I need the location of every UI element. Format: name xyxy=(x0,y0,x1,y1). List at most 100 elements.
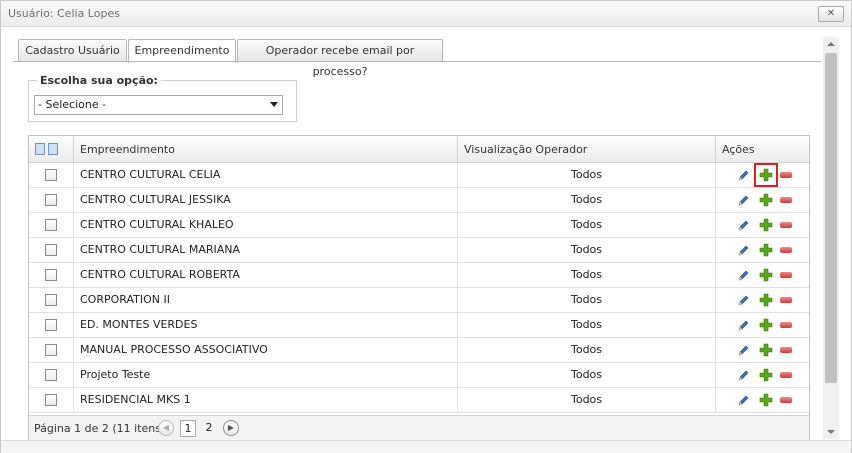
row-select-cell xyxy=(29,288,74,312)
row-select-cell xyxy=(29,338,74,362)
pencil-icon[interactable] xyxy=(738,244,750,256)
page-1[interactable]: 1 xyxy=(180,420,196,437)
pager: Página 1 de 2 (11 itens) ◀ 1 2 ▶ xyxy=(29,415,809,440)
plus-icon[interactable] xyxy=(759,368,773,382)
row-empreendimento: CENTRO CULTURAL JESSIKA xyxy=(74,188,458,212)
minus-icon[interactable] xyxy=(780,222,792,228)
header-empreendimento[interactable]: Empreendimento xyxy=(74,136,458,163)
table-row[interactable]: CENTRO CULTURAL KHALEO Todos xyxy=(29,213,809,238)
row-select-cell xyxy=(29,313,74,337)
plus-icon[interactable] xyxy=(759,243,773,257)
row-visualizacao: Todos xyxy=(458,388,716,412)
minus-icon[interactable] xyxy=(780,172,792,178)
row-checkbox[interactable] xyxy=(45,219,57,231)
plus-icon[interactable] xyxy=(759,218,773,232)
minus-icon[interactable] xyxy=(780,397,792,403)
pencil-icon[interactable] xyxy=(738,369,750,381)
tab-divider xyxy=(13,61,821,62)
header-select-cell xyxy=(29,136,74,163)
row-visualizacao: Todos xyxy=(458,188,716,212)
chevron-down-icon xyxy=(270,102,278,107)
table-row[interactable]: MANUAL PROCESSO ASSOCIATIVO Todos xyxy=(29,338,809,363)
scroll-down-icon[interactable] xyxy=(827,430,835,434)
table-row[interactable]: CENTRO CULTURAL ROBERTA Todos xyxy=(29,263,809,288)
row-actions xyxy=(716,313,809,337)
row-empreendimento: CORPORATION II xyxy=(74,288,458,312)
row-actions xyxy=(716,213,809,237)
table-row[interactable]: ED. MONTES VERDES Todos xyxy=(29,313,809,338)
minus-icon[interactable] xyxy=(780,347,792,353)
option-select-value: - Selecione - xyxy=(38,98,107,111)
header-acoes: Ações xyxy=(722,143,755,156)
tab-cadastro-usuario[interactable]: Cadastro Usuário xyxy=(18,39,127,62)
option-select[interactable]: - Selecione - xyxy=(34,95,283,115)
minus-icon[interactable] xyxy=(780,322,792,328)
row-visualizacao: Todos xyxy=(458,313,716,337)
scroll-up-icon[interactable] xyxy=(827,42,835,46)
prev-page-icon[interactable]: ◀ xyxy=(158,420,174,436)
table-row[interactable]: CENTRO CULTURAL MARIANA Todos xyxy=(29,238,809,263)
row-visualizacao: Todos xyxy=(458,363,716,387)
minus-icon[interactable] xyxy=(780,297,792,303)
plus-icon[interactable] xyxy=(759,193,773,207)
close-button[interactable]: ✕ xyxy=(818,6,844,22)
plus-icon[interactable] xyxy=(759,293,773,307)
tab-operador-email[interactable]: Operador recebe email por processo? xyxy=(237,39,443,78)
next-page-icon[interactable]: ▶ xyxy=(223,420,239,436)
row-empreendimento: Projeto Teste xyxy=(74,363,458,387)
header-visualizacao[interactable]: Visualização Operador xyxy=(458,136,716,163)
select-all-icon[interactable] xyxy=(35,143,45,155)
scroll-thumb[interactable] xyxy=(825,53,837,383)
plus-icon[interactable] xyxy=(759,393,773,407)
row-select-cell xyxy=(29,363,74,387)
row-visualizacao: Todos xyxy=(458,263,716,287)
row-checkbox[interactable] xyxy=(45,169,57,181)
pager-summary: Página 1 de 2 (11 itens) xyxy=(34,422,166,435)
table-row[interactable]: CENTRO CULTURAL CELIA Todos xyxy=(29,163,809,188)
pencil-icon[interactable] xyxy=(738,269,750,281)
row-checkbox[interactable] xyxy=(45,319,57,331)
page-2[interactable]: 2 xyxy=(203,420,215,437)
table-row[interactable]: CORPORATION II Todos xyxy=(29,288,809,313)
pencil-icon[interactable] xyxy=(738,219,750,231)
pencil-icon[interactable] xyxy=(738,344,750,356)
row-checkbox[interactable] xyxy=(45,194,57,206)
pencil-icon[interactable] xyxy=(738,319,750,331)
row-empreendimento: CENTRO CULTURAL ROBERTA xyxy=(74,263,458,287)
minus-icon[interactable] xyxy=(780,247,792,253)
row-actions xyxy=(716,238,809,262)
table-row[interactable]: RESIDENCIAL MKS 1 Todos xyxy=(29,388,809,413)
row-select-cell xyxy=(29,213,74,237)
row-checkbox[interactable] xyxy=(45,394,57,406)
row-actions xyxy=(716,338,809,362)
row-select-cell xyxy=(29,263,74,287)
plus-icon[interactable] xyxy=(759,318,773,332)
row-visualizacao: Todos xyxy=(458,238,716,262)
pencil-icon[interactable] xyxy=(738,394,750,406)
pencil-icon[interactable] xyxy=(738,169,750,181)
empreendimento-grid: Empreendimento Visualização Operador Açõ… xyxy=(28,135,810,440)
dialog-content: Cadastro Usuário Empreendimento Operador… xyxy=(1,28,823,440)
row-empreendimento: RESIDENCIAL MKS 1 xyxy=(74,388,458,412)
row-visualizacao: Todos xyxy=(458,288,716,312)
row-empreendimento: MANUAL PROCESSO ASSOCIATIVO xyxy=(74,338,458,362)
row-checkbox[interactable] xyxy=(45,344,57,356)
unselect-all-icon[interactable] xyxy=(48,143,58,155)
vertical-scrollbar[interactable] xyxy=(823,37,839,439)
minus-icon[interactable] xyxy=(780,372,792,378)
dialog-footer xyxy=(1,440,851,453)
plus-icon[interactable] xyxy=(759,343,773,357)
tab-empreendimento[interactable]: Empreendimento xyxy=(128,39,236,63)
table-row[interactable]: Projeto Teste Todos xyxy=(29,363,809,388)
minus-icon[interactable] xyxy=(780,272,792,278)
row-checkbox[interactable] xyxy=(45,244,57,256)
row-checkbox[interactable] xyxy=(45,369,57,381)
row-checkbox[interactable] xyxy=(45,269,57,281)
pencil-icon[interactable] xyxy=(738,294,750,306)
row-empreendimento: CENTRO CULTURAL MARIANA xyxy=(74,238,458,262)
row-checkbox[interactable] xyxy=(45,294,57,306)
pencil-icon[interactable] xyxy=(738,194,750,206)
table-row[interactable]: CENTRO CULTURAL JESSIKA Todos xyxy=(29,188,809,213)
plus-icon[interactable] xyxy=(759,268,773,282)
minus-icon[interactable] xyxy=(780,197,792,203)
